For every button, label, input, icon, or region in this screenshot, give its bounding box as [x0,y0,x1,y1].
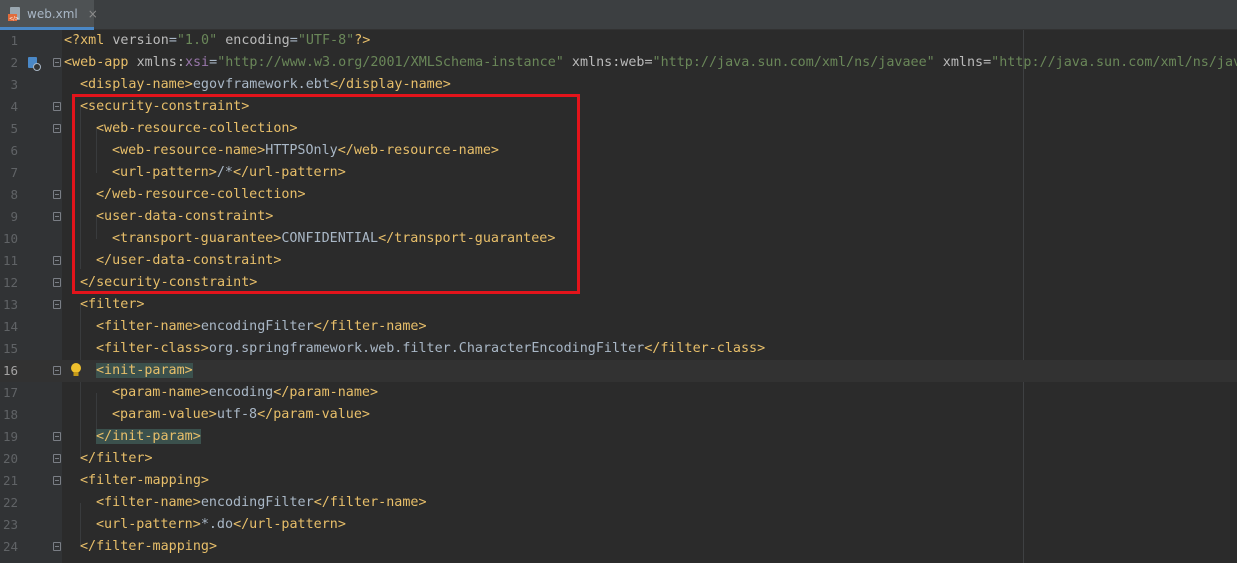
fold-toggle-icon[interactable] [53,58,61,67]
line-number: 5 [10,121,18,136]
code-text: <filter-name>encodingFilter</filter-name… [96,495,427,510]
code-text: <filter-name>encodingFilter</filter-name… [96,319,427,334]
fold-toggle-icon[interactable] [53,278,61,287]
fold-toggle-icon[interactable] [53,256,61,265]
close-tab-icon[interactable]: × [88,7,98,21]
line-number: 22 [2,495,18,510]
highlight-annotation-box [72,94,580,294]
line-number: 3 [10,77,18,92]
code-text: <filter-class>org.springframework.web.fi… [96,341,766,356]
line-number: 18 [2,407,18,422]
code-text: <param-value>utf-8</param-value> [112,407,370,422]
code-line[interactable]: 13 <filter> [0,294,1237,316]
code-text: <param-name>encoding</param-name> [112,385,379,400]
tab-label: web.xml [27,6,78,21]
line-number: 20 [2,451,18,466]
fold-toggle-icon[interactable] [53,454,61,463]
line-number: 1 [10,33,18,48]
code-text: </init-param> [96,429,201,444]
line-number: 2 [10,55,18,70]
line-number: 24 [2,539,18,554]
code-line[interactable]: 23 <url-pattern>*.do</url-pattern> [0,514,1237,536]
line-number: 10 [2,231,18,246]
tab-web-xml[interactable]: </> web.xml × [0,0,98,30]
code-text: <?xml version="1.0" encoding="UTF-8"?> [64,33,371,48]
fold-toggle-icon[interactable] [53,476,61,485]
line-number: 12 [2,275,18,290]
line-number: 16 [2,363,18,378]
code-text: </filter-mapping> [80,539,218,554]
code-line[interactable]: 14 <filter-name>encodingFilter</filter-n… [0,316,1237,338]
code-line[interactable]: 18 <param-value>utf-8</param-value> [0,404,1237,426]
line-number: 6 [10,143,18,158]
fold-toggle-icon[interactable] [53,432,61,441]
code-line[interactable]: 22 <filter-name>encodingFilter</filter-n… [0,492,1237,514]
code-line[interactable]: 3 <display-name>egovframework.ebt</displ… [0,74,1237,96]
line-number: 14 [2,319,18,334]
line-number: 11 [2,253,18,268]
fold-toggle-icon[interactable] [53,190,61,199]
fold-toggle-icon[interactable] [53,542,61,551]
code-line[interactable]: 19 </init-param> [0,426,1237,448]
line-number: 9 [10,209,18,224]
line-number: 17 [2,385,18,400]
line-number: 15 [2,341,18,356]
code-line[interactable]: 20 </filter> [0,448,1237,470]
fold-toggle-icon[interactable] [53,300,61,309]
code-line[interactable]: 15 <filter-class>org.springframework.web… [0,338,1237,360]
code-text: <filter-mapping> [80,473,209,488]
code-line[interactable]: 1 <?xml version="1.0" encoding="UTF-8"?> [0,30,1237,52]
code-text: <web-app xmlns:xsi="http://www.w3.org/20… [64,55,1237,70]
fold-toggle-icon[interactable] [53,212,61,221]
xml-file-icon: </> [8,6,22,22]
code-line[interactable]: 24 </filter-mapping> [0,536,1237,558]
code-text: <init-param> [96,363,193,378]
line-number: 21 [2,473,18,488]
line-number: 4 [10,99,18,114]
fold-toggle-icon[interactable] [53,366,61,375]
code-text: <display-name>egovframework.ebt</display… [80,77,451,92]
code-text: <filter> [80,297,145,312]
lightbulb-icon[interactable] [70,362,82,382]
code-line[interactable]: 21 <filter-mapping> [0,470,1237,492]
code-line-current[interactable]: 16 <init-param> [0,360,1237,382]
fold-toggle-icon[interactable] [53,102,61,111]
fold-toggle-icon[interactable] [53,124,61,133]
line-number: 13 [2,297,18,312]
code-line[interactable]: 17 <param-name>encoding</param-name> [0,382,1237,404]
line-number: 8 [10,187,18,202]
editor-tab-bar: </> web.xml × [0,0,1237,30]
code-line[interactable]: 2 <web-app xmlns:xsi="http://www.w3.org/… [0,52,1237,74]
code-text: <url-pattern>*.do</url-pattern> [96,517,346,532]
line-number: 23 [2,517,18,532]
svg-text:</>: </> [9,16,19,22]
line-number: 7 [10,165,18,180]
code-text: </filter> [80,451,153,466]
implementation-marker-icon[interactable] [28,56,41,75]
line-number: 19 [2,429,18,444]
